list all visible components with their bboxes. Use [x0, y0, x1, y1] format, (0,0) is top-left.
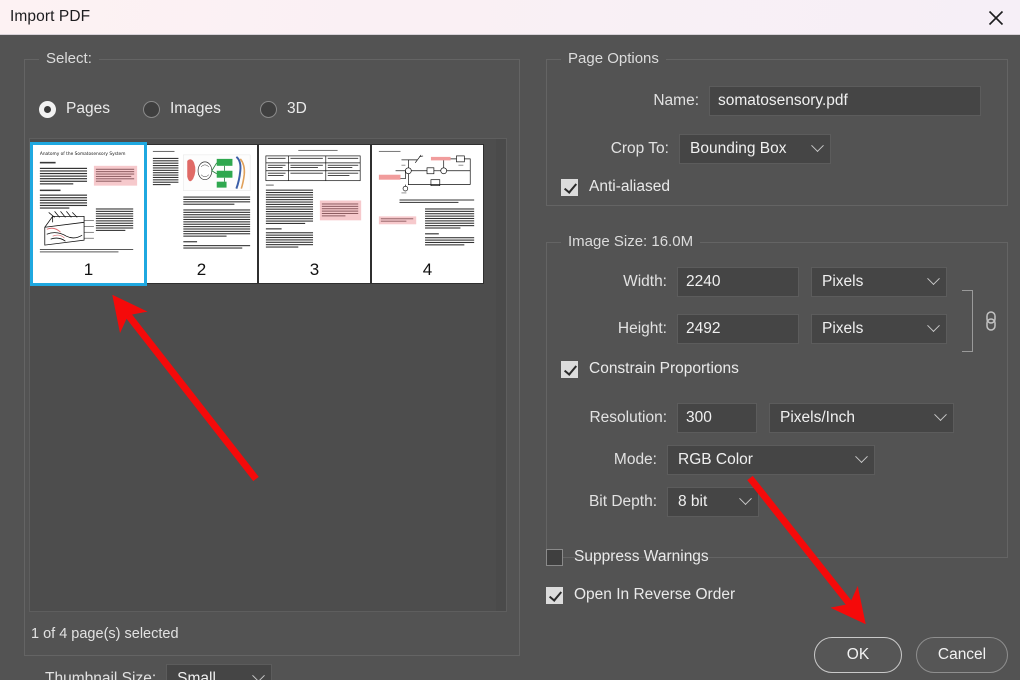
bit-depth-row: Bit Depth: 8 bit: [547, 487, 1007, 517]
chevron-down-icon: [927, 319, 940, 333]
resolution-label: Resolution:: [589, 409, 667, 426]
anti-aliased-check-indicator: [561, 178, 578, 196]
resolution-input[interactable]: [677, 403, 757, 433]
page-options-group: Page Options Name: Crop To: Bounding Box…: [546, 50, 1008, 206]
radio-3d-label: 3D: [287, 100, 307, 117]
anti-aliased-label: Anti-aliased: [589, 178, 670, 195]
width-label: Width:: [623, 273, 667, 290]
ok-button[interactable]: OK: [814, 637, 902, 673]
suppress-warnings-check-indicator: [546, 548, 563, 566]
page-4-preview: [372, 145, 483, 258]
radio-3d-indicator: [260, 100, 277, 118]
thumbnail-size-row: Thumbnail Size: Small: [45, 664, 273, 680]
crop-to-value: Bounding Box: [690, 140, 787, 157]
thumbnail-strip: Anatomy of the Somatosensory System 1 2 …: [30, 142, 484, 286]
page-4-number: 4: [372, 257, 483, 283]
chevron-down-icon: [739, 492, 752, 506]
page-2-number: 2: [146, 257, 257, 283]
select-group: Select: Pages Images 3D Anatomy of the S…: [24, 50, 520, 680]
radio-images-label: Images: [170, 100, 221, 117]
name-label: Name:: [653, 92, 699, 109]
dialog-body: Select: Pages Images 3D Anatomy of the S…: [0, 35, 1020, 680]
constrain-proportions-label: Constrain Proportions: [589, 360, 739, 377]
thumbnail-size-label: Thumbnail Size:: [45, 670, 157, 680]
chevron-down-icon: [252, 669, 266, 680]
mode-row: Mode: RGB Color: [547, 445, 1007, 475]
page-3-preview: [259, 145, 370, 258]
constrain-check-indicator: [561, 360, 578, 378]
page-1-number: 1: [33, 257, 144, 283]
chevron-down-icon: [934, 408, 947, 422]
cancel-button[interactable]: Cancel: [916, 637, 1008, 673]
thumbnail-page-1[interactable]: Anatomy of the Somatosensory System 1: [30, 142, 147, 286]
height-unit-value: Pixels: [822, 320, 864, 337]
radio-images-indicator: [143, 100, 160, 118]
constrain-proportions-checkbox[interactable]: Constrain Proportions: [561, 360, 739, 378]
mode-label: Mode:: [613, 451, 657, 468]
name-row: Name:: [547, 86, 1007, 116]
title-bar: Import PDF: [0, 0, 1020, 35]
thumbnail-page-4[interactable]: 4: [371, 144, 484, 284]
constrain-link-control[interactable]: [960, 290, 1004, 352]
page-2-preview: [146, 145, 257, 258]
radio-pages-indicator: [39, 100, 56, 118]
radio-3d[interactable]: 3D: [260, 100, 307, 118]
page-1-preview: Anatomy of the Somatosensory System: [33, 145, 144, 258]
mode-select[interactable]: RGB Color: [667, 445, 875, 475]
radio-pages[interactable]: Pages: [39, 100, 110, 118]
page-3-number: 3: [259, 257, 370, 283]
thumbnail-size-select[interactable]: Small: [166, 664, 273, 680]
width-input[interactable]: [677, 267, 799, 297]
image-size-legend: Image Size: 16.0M: [561, 233, 701, 250]
mode-value: RGB Color: [678, 451, 753, 468]
height-unit-select[interactable]: Pixels: [811, 314, 947, 344]
image-size-group: Image Size: 16.0M Width: Pixels Height: …: [546, 233, 1008, 558]
resolution-unit-value: Pixels/Inch: [780, 409, 855, 426]
page-options-legend: Page Options: [561, 50, 666, 67]
chevron-down-icon: [811, 139, 824, 153]
height-row: Height: Pixels: [547, 314, 1007, 344]
height-label: Height:: [617, 320, 667, 337]
anti-aliased-checkbox[interactable]: Anti-aliased: [561, 178, 670, 196]
close-icon[interactable]: [980, 4, 1012, 32]
bit-depth-select[interactable]: 8 bit: [667, 487, 759, 517]
resolution-row: Resolution: Pixels/Inch: [547, 403, 1007, 433]
reverse-order-check-indicator: [546, 586, 563, 604]
resolution-unit-select[interactable]: Pixels/Inch: [769, 403, 954, 433]
crop-to-row: Crop To: Bounding Box: [547, 134, 1007, 164]
crop-to-select[interactable]: Bounding Box: [679, 134, 831, 164]
thumbnail-page-2[interactable]: 2: [145, 144, 258, 284]
link-bracket: [962, 290, 973, 352]
chevron-down-icon: [927, 272, 940, 286]
chain-link-icon: [986, 311, 996, 331]
import-pdf-dialog: Import PDF Select: Pages Images 3D Anato…: [0, 0, 1020, 680]
page-thumbnail-list[interactable]: Anatomy of the Somatosensory System 1 2 …: [29, 138, 507, 612]
open-in-reverse-order-label: Open In Reverse Order: [574, 586, 736, 603]
width-row: Width: Pixels: [547, 267, 1007, 297]
suppress-warnings-label: Suppress Warnings: [574, 548, 709, 565]
bit-depth-value: 8 bit: [678, 493, 708, 510]
width-unit-value: Pixels: [822, 273, 864, 290]
open-in-reverse-order-checkbox[interactable]: Open In Reverse Order: [546, 586, 735, 604]
thumbnail-page-3[interactable]: 3: [258, 144, 371, 284]
radio-pages-label: Pages: [66, 100, 110, 117]
width-unit-select[interactable]: Pixels: [811, 267, 947, 297]
suppress-warnings-checkbox[interactable]: Suppress Warnings: [546, 548, 709, 566]
height-input[interactable]: [677, 314, 799, 344]
radio-images[interactable]: Images: [143, 100, 221, 118]
svg-text:Anatomy of the Somatosensory S: Anatomy of the Somatosensory System: [40, 151, 126, 157]
bit-depth-label: Bit Depth:: [588, 493, 657, 510]
crop-to-label: Crop To:: [610, 140, 669, 157]
name-input[interactable]: [709, 86, 981, 116]
selection-count: 1 of 4 page(s) selected: [31, 626, 179, 642]
thumbnail-size-value: Small: [177, 670, 216, 680]
chevron-down-icon: [855, 450, 868, 464]
window-title: Import PDF: [10, 8, 91, 25]
select-group-legend: Select:: [39, 50, 99, 67]
